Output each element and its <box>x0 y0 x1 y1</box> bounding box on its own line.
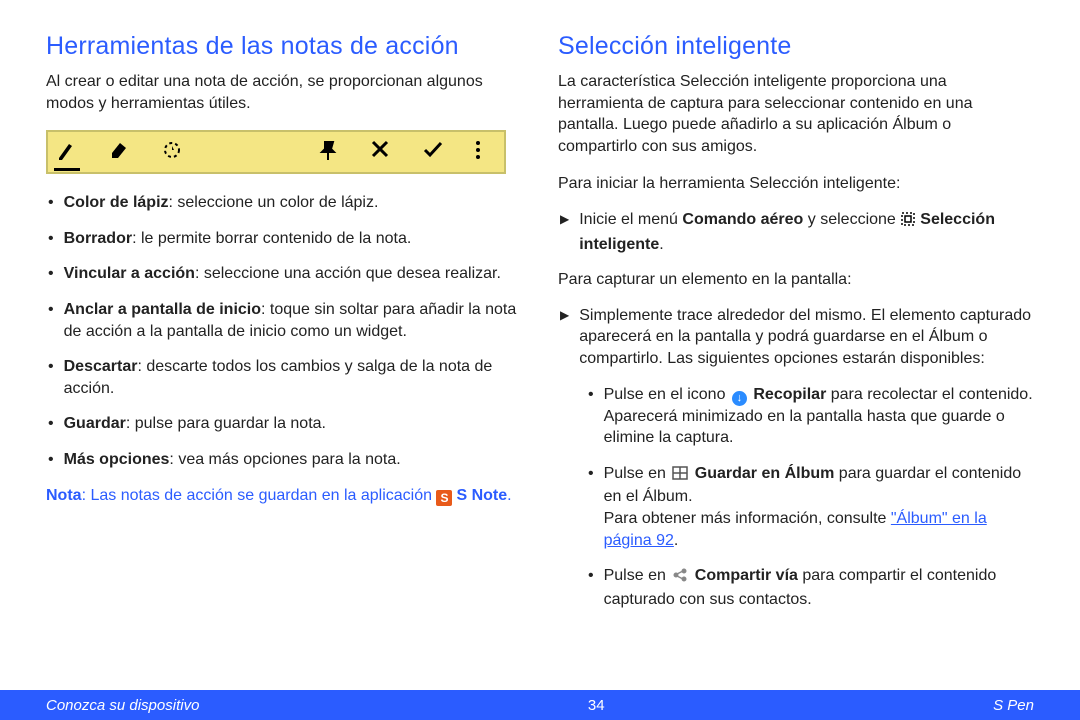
start-line: Para iniciar la herramienta Selección in… <box>558 173 1034 195</box>
capture-line: Para capturar un elemento en la pantalla… <box>558 269 1034 291</box>
options-list: Pulse en el icono ↓ Recopilar para recol… <box>558 384 1034 611</box>
pen-icon <box>56 139 78 165</box>
note-line: Nota: Las notas de acción se guardan en … <box>46 485 522 507</box>
snote-badge-icon: S <box>436 490 452 506</box>
smart-select-icon <box>900 211 916 234</box>
album-icon <box>672 465 688 487</box>
left-heading: Herramientas de las notas de acción <box>46 32 522 61</box>
left-column: Herramientas de las notas de acción Al c… <box>46 32 522 672</box>
toolbar-group-right <box>318 139 496 165</box>
action-note-toolbar <box>46 130 506 174</box>
list-item: Guardar: pulse para guardar la nota. <box>48 413 522 435</box>
share-icon <box>672 567 688 589</box>
cross-icon <box>370 139 392 165</box>
footer-page-number: 34 <box>588 697 605 714</box>
page: Herramientas de las notas de acción Al c… <box>0 0 1080 720</box>
list-item: Pulse en Compartir vía para compartir el… <box>588 565 1034 610</box>
list-item: Borrador: le permite borrar contenido de… <box>48 228 522 250</box>
list-item: Pulse en el icono ↓ Recopilar para recol… <box>588 384 1034 449</box>
link-action-icon <box>160 139 182 165</box>
list-item: Anclar a pantalla de inicio: toque sin s… <box>48 299 522 342</box>
footer-right: S Pen <box>993 697 1034 714</box>
footer-bar: Conozca su dispositivo 34 S Pen <box>0 690 1080 720</box>
content-columns: Herramientas de las notas de acción Al c… <box>46 32 1034 672</box>
capture-step: Simplemente trace alrededor del mismo. E… <box>558 305 1034 370</box>
right-heading: Selección inteligente <box>558 32 1034 61</box>
list-item: Vincular a acción: seleccione una acción… <box>48 263 522 285</box>
list-item: Descartar: descarte todos los cambios y … <box>48 356 522 399</box>
collect-icon: ↓ <box>732 391 747 406</box>
toolbar-group-left <box>56 139 182 165</box>
list-item: Más opciones: vea más opciones para la n… <box>48 449 522 471</box>
left-intro: Al crear o editar una nota de acción, se… <box>46 71 522 114</box>
eraser-icon <box>108 139 130 165</box>
check-icon <box>422 139 444 165</box>
right-column: Selección inteligente La característica … <box>558 32 1034 672</box>
pin-icon <box>318 139 340 165</box>
pen-active-underline <box>54 168 80 171</box>
list-item: Color de lápiz: seleccione un color de l… <box>48 192 522 214</box>
start-step: Inicie el menú Comando aéreo y seleccion… <box>558 209 1034 255</box>
tool-list: Color de lápiz: seleccione un color de l… <box>46 192 522 470</box>
more-icon <box>474 139 496 165</box>
list-item: Pulse en Guardar en Álbum para guardar e… <box>588 463 1034 551</box>
footer-left: Conozca su dispositivo <box>46 697 199 714</box>
right-intro: La característica Selección inteligente … <box>558 71 1034 157</box>
